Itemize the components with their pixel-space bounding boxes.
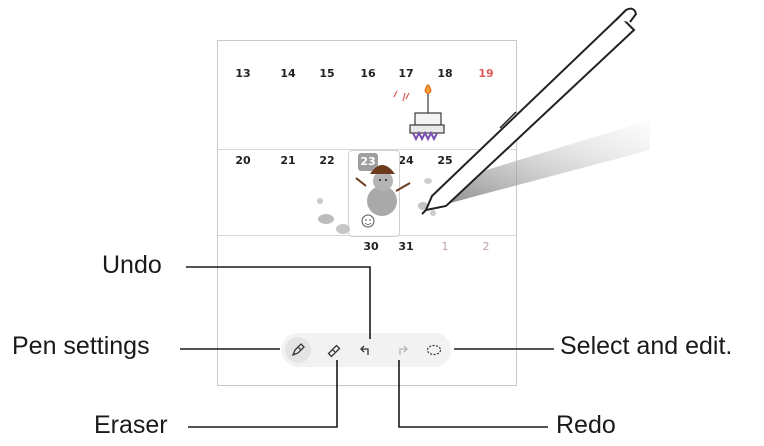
redo-button[interactable]	[389, 337, 415, 363]
pen-toolbar	[281, 333, 451, 367]
select-edit-callout-label: Select and edit.	[560, 332, 733, 360]
snowman-doodle	[317, 165, 436, 234]
undo-icon	[360, 345, 369, 355]
undo-callout-label: Undo	[102, 251, 162, 279]
pen-settings-button[interactable]	[285, 337, 311, 363]
eraser-button[interactable]	[321, 337, 347, 363]
redo-callout-label: Redo	[556, 411, 616, 439]
eraser-callout-label: Eraser	[94, 411, 168, 439]
calendar-screen: 13 14 15 16 17 18 19 20 21 22 23 24 25 3…	[217, 40, 517, 386]
lasso-select-icon	[426, 344, 442, 356]
undo-button[interactable]	[353, 337, 379, 363]
cake-doodle	[393, 84, 445, 142]
redo-icon	[399, 345, 408, 355]
eraser-icon	[327, 344, 341, 358]
select-and-edit-button[interactable]	[421, 337, 447, 363]
pen-icon	[291, 343, 305, 357]
pen-settings-callout-label: Pen settings	[12, 332, 150, 360]
